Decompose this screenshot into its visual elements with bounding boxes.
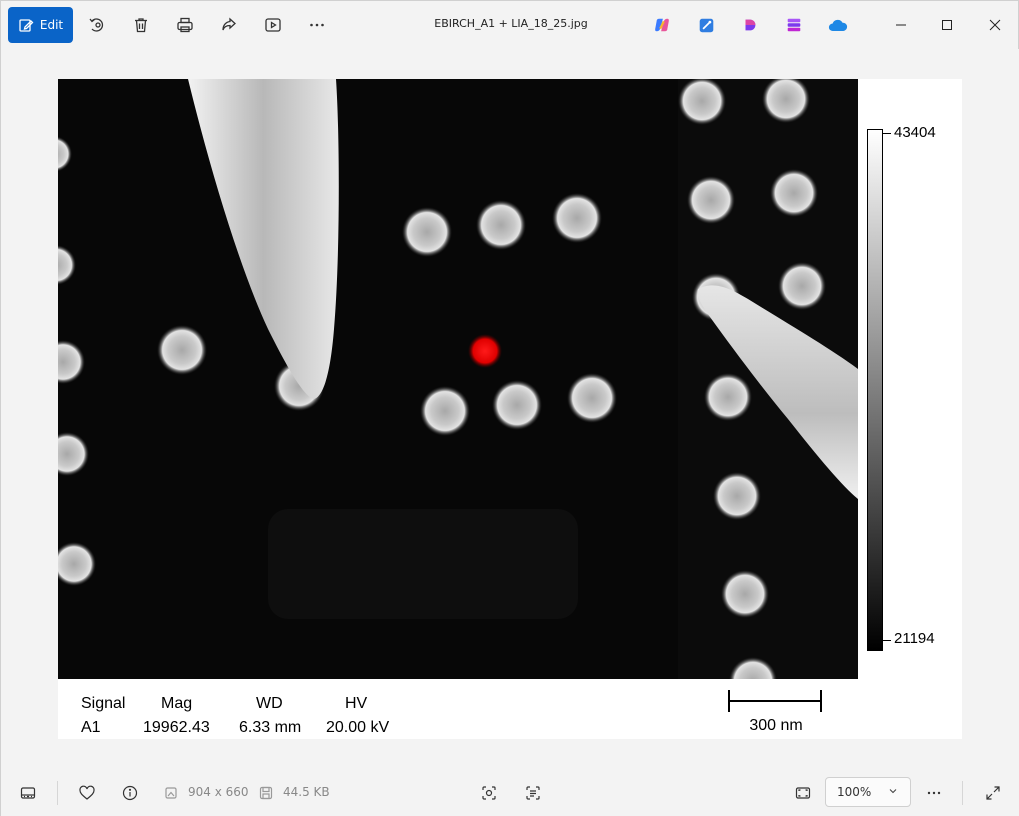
slideshow-icon[interactable] [261,13,285,37]
scale-bar-left-end [728,690,730,712]
scale-bar-label: 300 nm [749,717,803,734]
title-bar: Edit EBIRCH_A1 + LIA_18_25.jpg [1,1,1019,49]
status-bar: 904 x 660 44.5 KB 100% [1,769,1019,816]
meta-value-hv: 20.00 kV [326,719,390,736]
file-size: 44.5 KB [283,785,330,799]
meta-value-wd: 6.33 mm [239,719,302,736]
edit-icon [18,17,34,33]
info-icon[interactable] [118,781,142,805]
scale-bar-right-end [820,690,822,712]
share-icon[interactable] [217,13,241,37]
close-button[interactable] [981,11,1009,39]
meta-header-hv: HV [345,695,368,712]
clipchamp-icon[interactable] [740,15,760,35]
meta-header-signal: Signal [81,695,126,712]
chevron-down-icon [889,789,897,794]
edit-label: Edit [39,18,64,32]
meta-value-signal: A1 [81,719,101,736]
clipchamp-video-icon[interactable] [784,15,804,35]
dimensions-icon [159,781,183,805]
text-recognition-icon[interactable] [521,781,545,805]
photos-window: Edit EBIRCH_A1 + LIA_18_25.jpg 43404 211… [0,0,1019,816]
status-separator [57,781,58,805]
status-separator-right [962,781,963,805]
zoom-level: 100% [837,785,872,799]
colorbar-max-label: 43404 [894,124,936,141]
more-icon[interactable] [305,13,329,37]
meta-header-wd: WD [256,695,283,712]
image-dimensions: 904 x 660 [188,785,249,799]
visual-search-icon[interactable] [477,781,501,805]
sem-micrograph [58,79,858,679]
meta-value-mag: 19962.43 [143,719,210,736]
intensity-colorbar [867,129,883,651]
minimize-icon [896,24,906,26]
maximize-button[interactable] [933,11,961,39]
edit-button[interactable]: Edit [8,7,73,43]
file-title: EBIRCH_A1 + LIA_18_25.jpg [434,17,588,30]
more-options-icon[interactable] [922,781,946,805]
meta-header-mag: Mag [161,695,193,712]
delete-icon[interactable] [129,13,153,37]
favorite-icon[interactable] [75,781,99,805]
photo: 43404 21194 Signal Mag WD HV A1 19962.43… [58,79,962,739]
colorbar-min-label: 21194 [894,630,935,647]
colorbar-max-tick [883,133,891,134]
scale-bar [729,700,821,702]
zoom-dropdown[interactable]: 100% [825,777,911,807]
minimize-button[interactable] [887,11,915,39]
onedrive-icon[interactable] [828,15,848,35]
filmstrip-icon[interactable] [16,781,40,805]
designer-icon[interactable] [696,15,716,35]
print-icon[interactable] [173,13,197,37]
colorbar-min-tick [883,640,891,641]
close-icon [989,19,1001,31]
image-canvas[interactable]: 43404 21194 Signal Mag WD HV A1 19962.43… [1,49,1019,769]
fit-to-window-icon[interactable] [791,781,815,805]
maximize-icon [942,20,952,30]
save-disk-icon [254,781,278,805]
rotate-icon[interactable] [85,13,109,37]
copilot-icon[interactable] [652,15,672,35]
fullscreen-icon[interactable] [981,781,1005,805]
